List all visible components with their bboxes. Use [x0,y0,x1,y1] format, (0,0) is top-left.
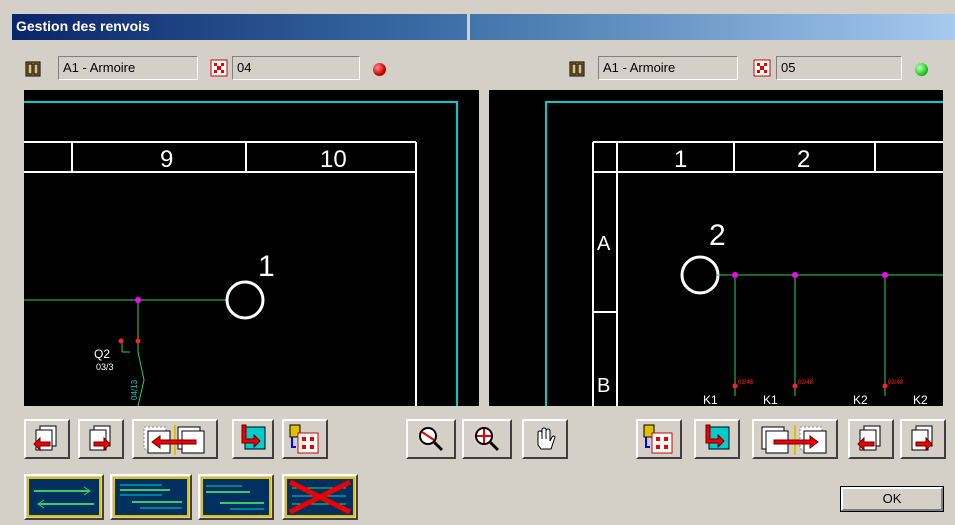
magnifier-crosshair-icon [475,427,500,452]
right-cabinet-field: A1 - Armoire [598,56,738,80]
column-label: 9 [160,146,173,173]
title-bar: Gestion des renvois [12,14,955,40]
contact-ref: 03/48 [798,380,814,386]
page-forward-icon [911,425,933,452]
component-label: Q2 [94,347,110,361]
left-schematic: 9 10 1 Q2 03/3 04/13 [24,101,458,406]
zoom-out-button[interactable] [406,419,456,459]
pin [732,383,738,389]
column-label: 2 [797,146,810,173]
contact-label: K1 [703,393,718,406]
cabinet-icon [25,61,41,77]
node [135,297,141,303]
node [732,272,738,278]
column-label: 1 [674,146,687,173]
ok-label: OK [841,487,943,511]
right-page-field: 05 [776,56,902,80]
link-mode-multi-button[interactable] [110,474,192,520]
page-back-icon [33,425,57,452]
goto-reference-button-right[interactable] [694,419,740,459]
next-page-button[interactable] [78,419,124,459]
delete-wire-icon [285,477,355,517]
wire-bundle-icon [113,477,189,517]
cabinet-page-icon [289,424,319,454]
contact-label: K2 [853,393,868,406]
left-status-led [373,63,386,76]
marker-label: 1 [258,250,275,283]
right-schematic: 1 2 A B 2 03/48 03/48 03/48 K1 K1 K2 K2 [545,101,943,406]
cabinet-page-icon [643,424,673,454]
pin [135,338,141,344]
column-label: 10 [320,146,347,173]
marker-circle [225,280,265,320]
cabinet-page-button-right[interactable] [636,419,682,459]
row-label: A [597,233,611,255]
hand-icon [537,427,556,450]
previous-page-button-right[interactable] [848,419,894,459]
sync-left-page-button[interactable] [132,419,218,459]
page-icon [753,59,771,77]
delete-links-button[interactable] [282,474,358,520]
left-page-field: 04 [232,56,360,80]
marker-circle [680,255,720,295]
contact-label: K1 [763,393,778,406]
goto-reference-button[interactable] [232,419,274,459]
pan-button[interactable] [522,419,568,459]
window-title: Gestion des renvois [16,18,150,34]
next-page-button-right[interactable] [900,419,946,459]
contact-ref: 03/48 [888,380,904,386]
page-forward-icon [89,425,111,452]
magnifier-icon [419,427,444,452]
pin [882,383,888,389]
link-mode-parallel-button[interactable] [198,474,274,520]
node [882,272,888,278]
wire-parallel-icon [201,477,271,517]
page-pair-sync-icon [143,425,205,455]
sync-right-page-button[interactable] [752,419,838,459]
link-mode-single-button[interactable] [24,474,104,520]
previous-page-button[interactable] [24,419,70,459]
pin [118,338,124,344]
ok-button[interactable]: OK [840,486,944,512]
right-schematic-viewer[interactable]: 1 2 A B 2 03/48 03/48 03/48 K1 K1 K2 K2 [489,90,943,406]
wire-ref: 04/13 [130,379,139,400]
page-icon [210,59,228,77]
wire-link-icon [27,477,101,517]
page-back-icon [857,425,881,452]
row-label: B [597,375,610,397]
reference-jump-icon [705,424,730,450]
left-cabinet-field: A1 - Armoire [58,56,198,80]
cabinet-icon [569,61,585,77]
node [792,272,798,278]
contact-ref: 03/48 [738,380,754,386]
component-ref: 03/3 [96,362,114,372]
reference-jump-icon [241,424,266,450]
title-divider [467,14,470,40]
zoom-in-button[interactable] [462,419,512,459]
contact-label: K2 [913,393,928,406]
marker-label: 2 [709,219,726,252]
page-pair-sync-icon [761,425,827,455]
right-status-led [915,63,928,76]
pin [792,383,798,389]
left-schematic-viewer[interactable]: 9 10 1 Q2 03/3 04/13 [24,90,479,406]
cabinet-page-button[interactable] [282,419,328,459]
